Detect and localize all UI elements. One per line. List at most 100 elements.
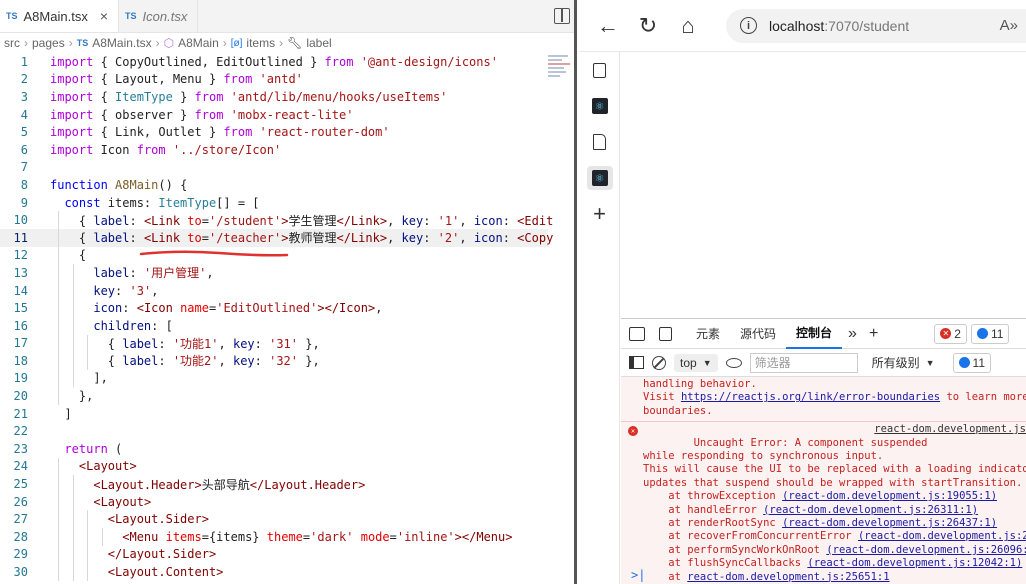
code-text: const items: ItemType[] = [	[64, 195, 260, 210]
code-line[interactable]: 4 import { observer } from 'mobx-react-li…	[0, 106, 548, 124]
tab-actions-icon[interactable]	[587, 58, 613, 82]
error-boundaries-link[interactable]: https://reactjs.org/link/error-boundarie…	[681, 391, 940, 403]
tab-elements[interactable]: 元素	[686, 319, 730, 349]
close-icon[interactable]: ×	[100, 8, 108, 24]
code-line[interactable]: 18 { label: '功能2', key: '32' },	[0, 352, 548, 370]
more-tabs-icon[interactable]: »	[842, 325, 863, 343]
code-line[interactable]: 23 return (	[0, 440, 548, 458]
react-tab-icon-active[interactable]: ⚛	[586, 166, 613, 190]
code-line[interactable]: 21 ]	[0, 405, 548, 423]
tab-a8main[interactable]: TS A8Main.tsx ×	[0, 0, 120, 32]
code-line[interactable]: 30 <Layout.Content>	[0, 563, 548, 581]
source-link[interactable]: react-dom.development.js	[874, 423, 1026, 436]
code-line[interactable]: 26 <Layout>	[0, 492, 548, 511]
code-area[interactable]: 1 import { CopyOutlined, EditOutlined } f…	[0, 53, 553, 581]
read-aloud-icon[interactable]: A»	[1000, 17, 1018, 34]
code-line[interactable]: 1 import { CopyOutlined, EditOutlined } f…	[0, 53, 548, 71]
split-editor-icon[interactable]	[554, 8, 570, 24]
code-line[interactable]: 16 children: [	[0, 316, 548, 335]
code-line[interactable]: 17 { label: '功能1', key: '31' },	[0, 334, 548, 353]
code-line[interactable]: 15 icon: <Icon name='EditOutlined'></Ico…	[0, 299, 548, 317]
breadcrumb-item[interactable]: pages	[32, 36, 65, 50]
clear-console-icon[interactable]	[652, 355, 666, 370]
tab-console[interactable]: 控制台	[786, 319, 843, 349]
code-line[interactable]: 22	[0, 422, 548, 440]
stack-source-link[interactable]: (react-dom.development.js:12042:1)	[807, 557, 1022, 569]
stack-source-link[interactable]: react-dom.development.js:25651:1	[687, 571, 889, 583]
browser-window: ← ↻ ⌂ i localhost:7070/student A» ⚛ ⚛ + …	[580, 0, 1026, 584]
inspect-element-icon[interactable]	[629, 326, 645, 341]
new-tab-plus-icon[interactable]: +	[587, 202, 613, 226]
info-count-badge[interactable]: 11	[970, 323, 1010, 344]
code-line[interactable]: 3 import { ItemType } from 'antd/lib/menu…	[0, 88, 548, 106]
code-text: <Menu items={items} theme='dark' mode='i…	[122, 529, 513, 544]
console-prompt[interactable]: >|	[631, 568, 645, 582]
stack-source-link[interactable]: (react-dom.development.js:19055:1)	[782, 490, 997, 502]
code-text: </Layout.Sider>	[107, 547, 217, 562]
code-text: import Icon from '../store/Icon'	[50, 142, 282, 157]
stack-source-link[interactable]: (react-dom.development.js:26311:1)	[763, 504, 978, 516]
line-number: 28	[13, 529, 28, 544]
tab-sources[interactable]: 源代码	[730, 319, 786, 349]
code-line[interactable]: 20 },	[0, 387, 548, 405]
console-error-tail: handling behavior. Visit https://reactjs…	[621, 377, 1026, 422]
breadcrumb-item[interactable]: src	[4, 36, 20, 50]
code-line[interactable]: 10 { label: <Link to='/student'>学生管理</Li…	[0, 211, 553, 229]
tab-icon-tsx[interactable]: TS Icon.tsx	[119, 0, 199, 32]
address-bar[interactable]: i localhost:7070/student A»	[726, 8, 1026, 43]
log-levels-select[interactable]: 所有级别 ▼	[866, 352, 941, 373]
react-tab-icon[interactable]: ⚛	[587, 94, 613, 118]
code-line[interactable]: 14 key: '3',	[0, 281, 548, 300]
console-error-message: ✕ Uncaught Error: A component suspended re…	[621, 421, 1026, 584]
code-line[interactable]: 2 import { Layout, Menu } from 'antd'	[0, 71, 548, 89]
code-text: { label: <Link to='/teacher'>教师管理</Link>…	[50, 231, 554, 246]
console-filter-input[interactable]: 筛选器	[749, 352, 858, 373]
code-text: import { Layout, Menu } from 'antd'	[50, 72, 303, 87]
code-line[interactable]: 11 { label: <Link to='/teacher'>教师管理</Li…	[0, 228, 553, 247]
sidebar-toggle-icon[interactable]	[629, 356, 644, 369]
console-output[interactable]: handling behavior. Visit https://reactjs…	[621, 377, 1026, 584]
code-line[interactable]: 13 label: '用户管理',	[0, 264, 548, 282]
line-number: 27	[13, 512, 28, 527]
stack-source-link[interactable]: (react-dom.development.js:26096:1)	[826, 544, 1026, 556]
refresh-icon[interactable]: ↻	[628, 8, 668, 44]
breadcrumb-item[interactable]: A8Main	[178, 36, 219, 50]
vertical-tabs-sidebar: ⚛ ⚛ +	[580, 52, 620, 584]
context-select[interactable]: top ▼	[674, 353, 718, 372]
back-arrow-icon[interactable]: ←	[588, 8, 628, 44]
code-line[interactable]: 27 <Layout.Sider>	[0, 510, 548, 529]
code-text: {	[50, 248, 87, 263]
document-tab-icon[interactable]	[587, 130, 613, 154]
code-line[interactable]: 9 const items: ItemType[] = [	[0, 194, 548, 212]
live-expression-eye-icon[interactable]	[725, 357, 742, 368]
breadcrumb-item[interactable]: A8Main.tsx	[92, 36, 151, 50]
code-text: function A8Main() {	[50, 177, 188, 192]
code-text: icon: <Icon name='EditOutlined'></Icon>,	[93, 301, 383, 316]
code-line[interactable]: 25 <Layout.Header>头部导航</Layout.Header>	[0, 475, 548, 493]
code-text: { label: '功能2', key: '32' },	[50, 354, 320, 369]
code-line[interactable]: 19 ],	[0, 369, 548, 388]
code-text: <Layout.Content>	[107, 565, 224, 580]
minimap[interactable]	[546, 53, 574, 113]
add-tab-plus-icon[interactable]: +	[863, 325, 884, 343]
device-emulation-icon[interactable]	[659, 326, 672, 341]
code-line[interactable]: 5 import { Link, Outlet } from 'react-rou…	[0, 123, 548, 141]
line-number: 16	[13, 318, 28, 333]
code-line[interactable]: 8 function A8Main() {	[0, 176, 548, 194]
levels-info-badge[interactable]: 11	[952, 352, 992, 373]
error-count-badge[interactable]: ✕ 2	[934, 323, 967, 344]
red-underline-annotation	[139, 250, 289, 257]
cube-icon: ⬡	[163, 36, 175, 50]
code-line[interactable]: 28 <Menu items={items} theme='dark' mode…	[0, 528, 548, 546]
code-line[interactable]: 7	[0, 159, 548, 177]
info-icon[interactable]: i	[740, 17, 757, 34]
home-icon[interactable]: ⌂	[668, 8, 708, 44]
code-line[interactable]: 24 <Layout>	[0, 457, 548, 476]
breadcrumb-item[interactable]: label	[306, 36, 331, 50]
code-line[interactable]: 29 </Layout.Sider>	[0, 545, 548, 564]
stack-source-link[interactable]: (react-dom.development.js:26437:1)	[782, 517, 997, 529]
code-line[interactable]: 6 import Icon from '../store/Icon'	[0, 141, 548, 159]
code-text: { label: '功能1', key: '31' },	[50, 336, 320, 351]
stack-source-link[interactable]: (react-dom.development.js:25	[858, 530, 1026, 542]
breadcrumb-item[interactable]: items	[246, 36, 275, 50]
